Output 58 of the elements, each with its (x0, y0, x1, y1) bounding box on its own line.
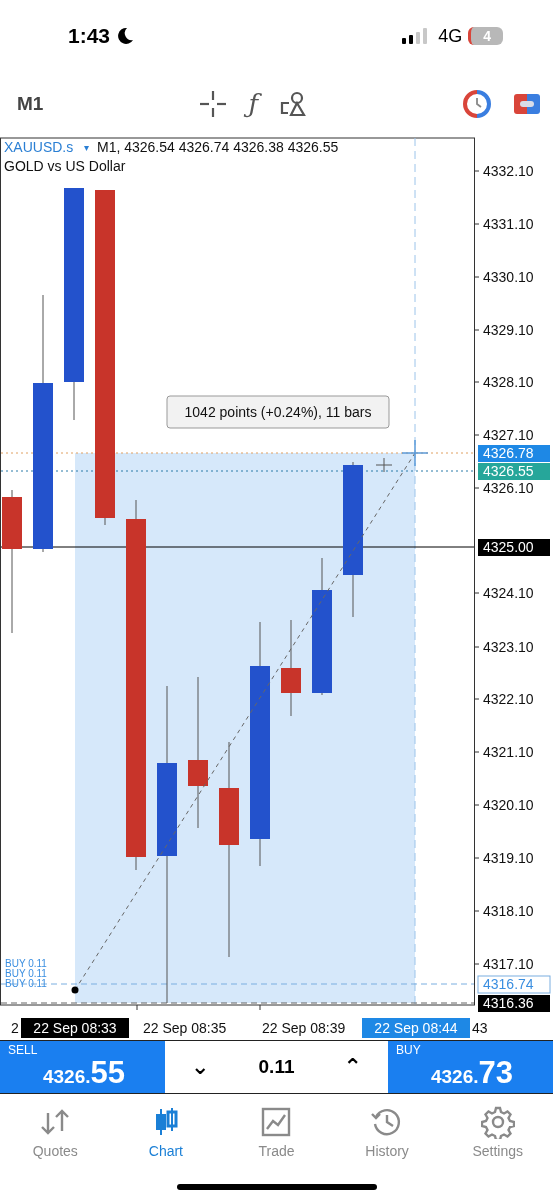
order-label: BUY 0.11 (5, 978, 47, 989)
anchor-dot (71, 986, 79, 994)
price-tick-label: 4330.10 (483, 269, 534, 285)
symbol-caret[interactable]: ▾ (84, 142, 90, 153)
price-tick-label: 4323.10 (483, 639, 534, 655)
objects-icon[interactable] (280, 91, 306, 117)
price-tick-label: 4319.10 (483, 850, 534, 866)
price-tick-label: 4317.10 (483, 956, 534, 972)
price-tick-label: 4328.10 (483, 374, 534, 390)
price-tick-label: 4332.10 (483, 163, 534, 179)
nav-tab[interactable]: Quotes (0, 1094, 111, 1170)
symbol-link[interactable]: XAUUSD.s (4, 139, 74, 155)
battery-indicator: 4 (468, 27, 503, 45)
timeframe-button[interactable]: M1 (17, 93, 44, 115)
volume-increase-button[interactable]: ⌃ (337, 1056, 368, 1078)
price-marker: 4316.36 (478, 995, 550, 1012)
ohlc-values: M1, 4326.54 4326.74 4326.38 4326.55 (97, 139, 339, 155)
price-tick-label: 4322.10 (483, 691, 534, 707)
network-type: 4G (438, 25, 463, 47)
price-tick-label: 4327.10 (483, 427, 534, 443)
nav-tab[interactable]: Settings (442, 1094, 553, 1170)
order-label: BUY 0.11 (5, 958, 47, 969)
trade-toggle-icon[interactable] (513, 92, 541, 116)
current-candle-cross (375, 457, 393, 473)
time-tick-label: 22 Sep 08:35 (143, 1020, 227, 1036)
nav-tab[interactable]: Chart (110, 1094, 222, 1170)
crosshair-cursor-icon (401, 439, 429, 467)
order-label: BUY 0.11 (5, 968, 47, 979)
price-tick-label: 4318.10 (483, 903, 534, 919)
price-tick-label: 4326.10 (483, 480, 534, 496)
time-marker: 22 Sep 08:33 (21, 1018, 129, 1038)
time-tick-label: 2 (11, 1020, 19, 1036)
sell-button[interactable]: SELL 4326.55 (0, 1041, 165, 1093)
price-marker: 4325.00 (478, 539, 550, 556)
moon-icon (116, 27, 135, 45)
price-tick-label: 4331.10 (483, 216, 534, 232)
clock-circle-icon[interactable] (463, 90, 491, 118)
time-tick-label: 43 (472, 1020, 488, 1036)
price-tick-label: 4329.10 (483, 322, 534, 338)
time-tick-label: 22 Sep 08:39 (262, 1020, 346, 1036)
buy-button[interactable]: BUY 4326.73 (388, 1041, 553, 1093)
volume-decrease-button[interactable]: ⌄ (185, 1056, 216, 1078)
status-time: 1:43 (68, 24, 111, 48)
price-marker: 4326.55 (478, 463, 550, 480)
measure-tooltip: 1042 points (+0.24%), 11 bars (166, 395, 390, 429)
price-marker: 4316.74 (477, 975, 551, 994)
price-tick-label: 4324.10 (483, 585, 534, 601)
time-marker: 22 Sep 08:44 (362, 1018, 470, 1038)
signal-icon (402, 28, 429, 44)
symbol-description: GOLD vs US Dollar (4, 158, 126, 174)
price-tick-label: 4320.10 (483, 797, 534, 813)
nav-tab[interactable]: History (331, 1094, 443, 1170)
nav-tab[interactable]: Trade (221, 1094, 332, 1170)
volume-field[interactable]: 0.11 (258, 1056, 295, 1078)
settings-icon (480, 1105, 515, 1139)
crosshair-icon[interactable] (200, 91, 227, 117)
price-marker: 4326.78 (478, 445, 550, 462)
price-tick-label: 4321.10 (483, 744, 534, 760)
